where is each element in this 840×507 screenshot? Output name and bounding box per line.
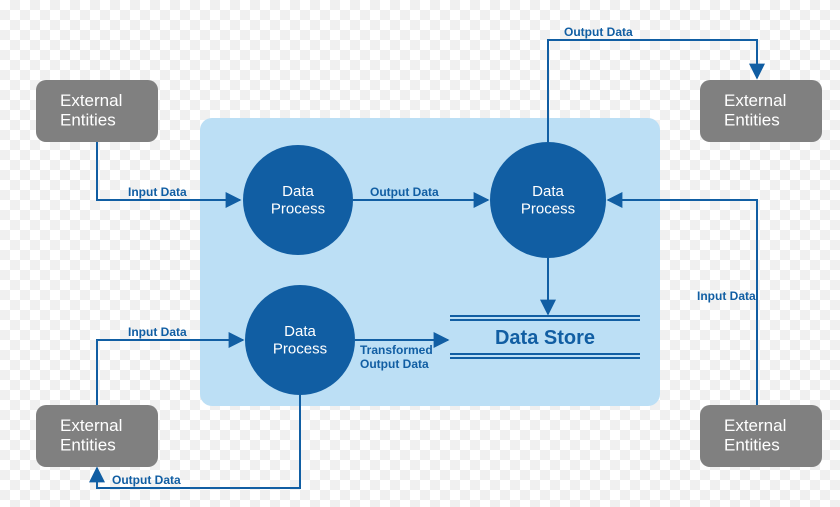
entity-label: ExternalEntities bbox=[724, 416, 786, 455]
dfd-svg: ExternalEntities ExternalEntities Extern… bbox=[0, 0, 840, 507]
flow-label: Input Data bbox=[128, 325, 187, 339]
entity-label: ExternalEntities bbox=[60, 416, 122, 455]
external-entity-bottom-left: ExternalEntities bbox=[36, 405, 158, 467]
process-node-3: DataProcess bbox=[245, 285, 355, 395]
flow-label: Input Data bbox=[697, 289, 756, 303]
external-entity-bottom-right: ExternalEntities bbox=[700, 405, 822, 467]
external-entity-top-left: ExternalEntities bbox=[36, 80, 158, 142]
diagram-root: ExternalEntities ExternalEntities Extern… bbox=[0, 0, 840, 507]
flow-label: Output Data bbox=[564, 25, 633, 39]
flow-label: Output Data bbox=[370, 185, 439, 199]
flow-label: TransformedOutput Data bbox=[360, 343, 433, 371]
flow-label: Input Data bbox=[128, 185, 187, 199]
flow-label: Output Data bbox=[112, 473, 181, 487]
data-store-label: Data Store bbox=[495, 327, 595, 349]
process-node-1: DataProcess bbox=[243, 145, 353, 255]
process-node-2: DataProcess bbox=[490, 142, 606, 258]
entity-label: ExternalEntities bbox=[724, 91, 786, 130]
external-entity-top-right: ExternalEntities bbox=[700, 80, 822, 142]
entity-label: ExternalEntities bbox=[60, 91, 122, 130]
